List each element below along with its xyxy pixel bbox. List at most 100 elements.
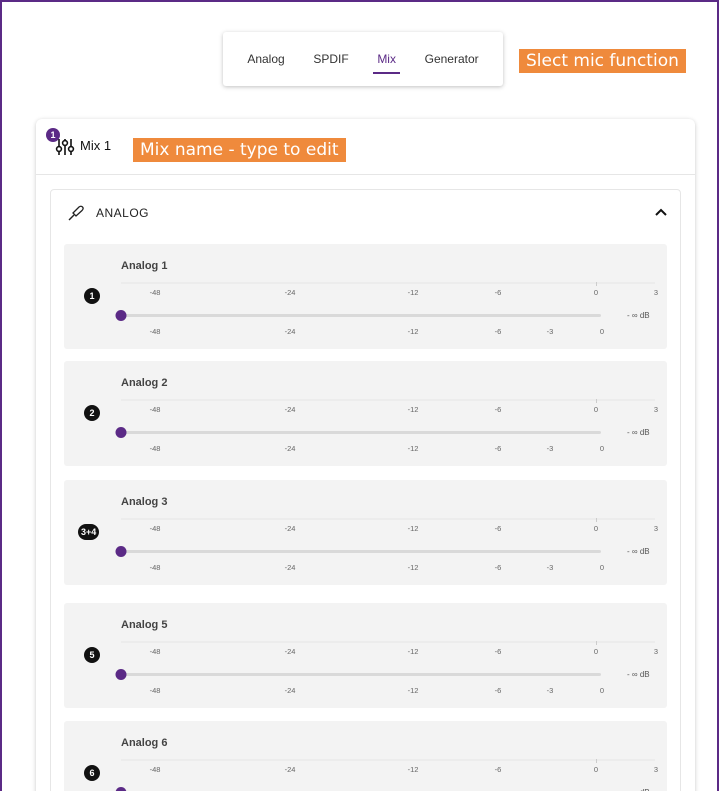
zero-tick-mark [596, 641, 597, 645]
tab-analog[interactable]: Analog [243, 32, 288, 86]
slider-tick-label: -12 [407, 563, 419, 572]
slider-tick-label: -3 [546, 444, 554, 453]
channel-strip: Analog 3 3+4 -48 -24 -12 -6 0 3 - ∞ dB -48 -24 -12 -… [64, 480, 667, 585]
zero-tick-mark [596, 282, 597, 286]
channel-strip: Analog 2 2 -48 -24 -12 -6 0 3 - ∞ dB -48 -24 -12 -6 -… [64, 361, 667, 466]
meter-tick-label: -12 [407, 524, 419, 533]
meter-tick-label: -24 [284, 288, 296, 297]
meter-tick-label: 3 [653, 647, 659, 656]
meter-tick-label: -48 [149, 765, 161, 774]
meter-tick-label: -24 [284, 765, 296, 774]
meter-tick-label: -12 [407, 405, 419, 414]
mix-number-badge: 1 [46, 128, 60, 142]
gain-db-value: - ∞ dB [627, 428, 650, 437]
gain-db-value: - ∞ dB [627, 311, 650, 320]
slider-tick-label: 0 [599, 686, 605, 695]
meter-tick-label: 0 [593, 765, 599, 774]
slider-tick-label: -48 [149, 686, 161, 695]
channel-strip: Analog 66-48-24-12-603- ∞ dB-48-24-12-6-… [64, 721, 667, 791]
slider-tick-label: -3 [546, 327, 554, 336]
slider-tick-label: -12 [407, 686, 419, 695]
channel-number-badge: 6 [84, 765, 100, 781]
function-tabs: Analog SPDIF Mix Generator [223, 32, 503, 86]
level-meter [121, 759, 655, 761]
section-title: ANALOG [96, 206, 150, 220]
mix-name-field[interactable]: Mix 1 [80, 138, 111, 153]
slider-tick-label: -6 [494, 563, 502, 572]
channel-number-badge: 5 [84, 647, 100, 663]
zero-tick-mark [596, 759, 597, 763]
meter-tick-label: -6 [494, 288, 502, 297]
slider-tick-label: -24 [284, 444, 296, 453]
slider-tick-label: 0 [599, 327, 605, 336]
meter-tick-label: -48 [149, 524, 161, 533]
gain-slider-thumb[interactable] [115, 669, 127, 680]
meter-tick-label: 0 [593, 647, 599, 656]
channel-number-badge: 1 [84, 288, 100, 304]
meter-tick-label: 3 [653, 288, 659, 297]
meter-tick-label: -6 [494, 524, 502, 533]
meter-tick-label: 0 [593, 405, 599, 414]
channel-number-badge: 3+4 [78, 524, 100, 540]
name-annotation: Mix name - type to edit [133, 138, 346, 162]
gain-db-value: - ∞ dB [627, 547, 650, 556]
zero-tick-mark [596, 518, 597, 522]
zero-tick-mark [596, 399, 597, 403]
level-meter [121, 518, 655, 520]
meter-tick-label: 0 [593, 524, 599, 533]
meter-tick-label: -12 [407, 765, 419, 774]
channel-name: Analog 1 [121, 260, 168, 272]
meter-tick-label: -24 [284, 647, 296, 656]
meter-tick-label: 3 [653, 405, 659, 414]
slider-tick-label: -24 [284, 686, 296, 695]
channel-name: Analog 3 [121, 496, 168, 508]
app-frame: Analog SPDIF Mix Generator Slect mic fun… [0, 0, 719, 791]
mixer-sliders-icon [55, 139, 75, 155]
meter-tick-label: -24 [284, 524, 296, 533]
slider-tick-label: -3 [546, 686, 554, 695]
meter-tick-label: -24 [284, 405, 296, 414]
gain-slider-track[interactable] [121, 550, 601, 553]
channel-strip: Analog 1 1 -48 -24 -12 -6 0 3 - ∞ dB -48 -24 -12 -6 -… [64, 244, 667, 349]
tab-spdif[interactable]: SPDIF [309, 32, 352, 86]
gain-slider-thumb[interactable] [115, 546, 127, 557]
slider-tick-label: -24 [284, 563, 296, 572]
meter-tick-label: -12 [407, 647, 419, 656]
gain-db-value: - ∞ dB [627, 670, 650, 679]
slider-tick-label: -12 [407, 444, 419, 453]
meter-tick-label: -48 [149, 647, 161, 656]
gain-slider-thumb[interactable] [115, 787, 127, 791]
gain-slider-thumb[interactable] [115, 310, 127, 321]
meter-tick-label: -12 [407, 288, 419, 297]
slider-tick-label: 0 [599, 563, 605, 572]
channel-name: Analog 6 [121, 737, 168, 749]
meter-tick-label: 3 [653, 524, 659, 533]
meter-tick-label: -6 [494, 405, 502, 414]
mix-card: 1 Mix 1 ANALOG Analog 1 1 -48 -24 -12 -6 0 3 - ∞… [36, 119, 695, 791]
slider-tick-label: -48 [149, 327, 161, 336]
slider-tick-label: -48 [149, 563, 161, 572]
gain-slider-thumb[interactable] [115, 427, 127, 438]
tab-generator[interactable]: Generator [421, 32, 483, 86]
gain-slider-track[interactable] [121, 673, 601, 676]
gain-slider-track[interactable] [121, 314, 601, 317]
channel-name: Analog 2 [121, 377, 168, 389]
cable-plug-icon [68, 205, 84, 221]
level-meter [121, 282, 655, 284]
slider-tick-label: -3 [546, 563, 554, 572]
meter-tick-label: -48 [149, 405, 161, 414]
slider-tick-label: -48 [149, 444, 161, 453]
chevron-up-icon[interactable] [654, 206, 668, 218]
tabs-annotation: Slect mic function [519, 49, 686, 73]
tab-mix[interactable]: Mix [373, 32, 400, 86]
channel-name: Analog 5 [121, 619, 168, 631]
level-meter [121, 641, 655, 643]
analog-section: ANALOG Analog 1 1 -48 -24 -12 -6 0 3 - ∞ dB -48 -2… [50, 189, 681, 791]
slider-tick-label: -12 [407, 327, 419, 336]
meter-tick-label: -6 [494, 647, 502, 656]
gain-slider-track[interactable] [121, 431, 601, 434]
slider-tick-label: 0 [599, 444, 605, 453]
slider-tick-label: -24 [284, 327, 296, 336]
level-meter [121, 399, 655, 401]
channel-number-badge: 2 [84, 405, 100, 421]
